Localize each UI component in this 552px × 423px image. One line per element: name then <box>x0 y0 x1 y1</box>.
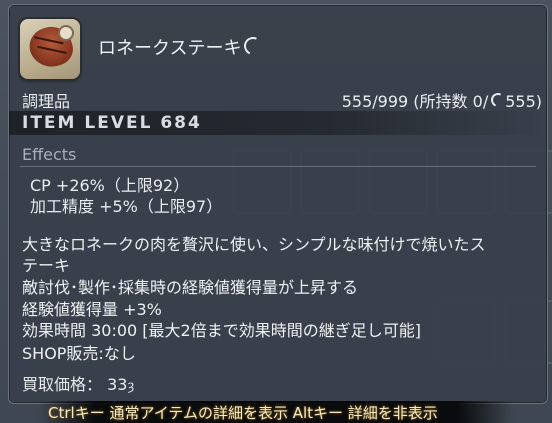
stack-count-text: 555/999 (所持数 0/ <box>341 92 489 111</box>
effects-divider <box>20 166 536 167</box>
description-line: 大きなロネークの肉を贅沢に使い、シンプルな味付けで焼いたス <box>22 235 486 254</box>
effect-line: 加工精度 +5%（上限97） <box>30 197 223 216</box>
steak-bone-icon <box>58 25 74 41</box>
item-name-text: ロネークステーキ <box>98 38 242 59</box>
gil-icon: ȝ <box>127 379 135 394</box>
item-name: ロネークステーキ <box>98 34 266 60</box>
sell-price-value: 33 <box>107 375 128 394</box>
effects-heading: Effects <box>22 145 77 164</box>
description-line: 効果時間 30:00 [最大2倍まで効果時間の継ぎ足し可能] <box>22 321 421 340</box>
description-line: テーキ <box>22 256 71 275</box>
hq-icon <box>241 34 266 58</box>
item-level: ITEM LEVEL 684 <box>22 113 202 133</box>
sell-price-label: 買取価格： <box>22 375 103 394</box>
stack-hq-count: 555) <box>505 92 542 111</box>
stack-count: 555/999 (所持数 0/555) <box>342 88 542 112</box>
description-line: 敵討伐･製作･採集時の経験値獲得量が上昇する <box>22 278 359 297</box>
key-hint-text: Ctrlキー 通常アイテムの詳細を表示 Altキー 詳細を非表示 <box>48 404 438 422</box>
item-category: 調理品 <box>22 92 71 111</box>
sell-price: 買取価格： 33ȝ <box>22 371 134 395</box>
description-line: SHOP販売:なし <box>22 344 136 363</box>
